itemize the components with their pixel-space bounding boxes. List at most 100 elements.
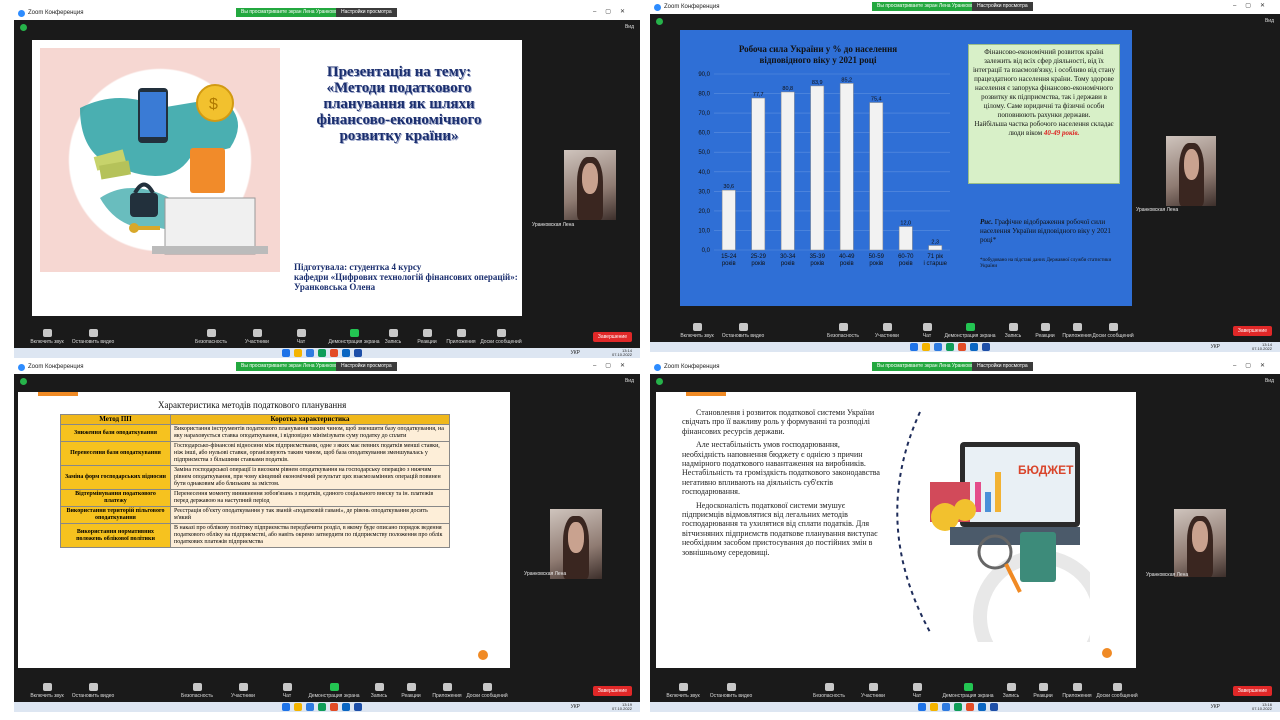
system-clock[interactable]: 13:16 07.10.2022	[1252, 703, 1272, 711]
language-indicator[interactable]: УКР	[571, 350, 580, 356]
bar	[721, 189, 736, 251]
bar	[751, 97, 766, 251]
window-controls[interactable]: –▢✕	[1233, 2, 1274, 9]
taskbar-app-icon[interactable]	[330, 703, 338, 711]
end-meeting-button[interactable]: Завершение	[1232, 326, 1272, 336]
whiteboard-icon	[1108, 323, 1118, 331]
system-clock[interactable]: 13:19 07.10.2022	[612, 703, 632, 711]
video-button[interactable]: Остановить видео	[708, 683, 754, 699]
taskbar-app-icon[interactable]	[318, 349, 326, 357]
bar-value-label: 83,9	[812, 80, 823, 86]
language-indicator[interactable]: УКР	[1211, 344, 1220, 350]
taskbar-app-icon[interactable]	[910, 343, 918, 351]
taskbar-app-icon[interactable]	[282, 349, 290, 357]
taskbar-app-icon[interactable]	[318, 703, 326, 711]
participant-video[interactable]	[1166, 136, 1216, 206]
taskbar-icons[interactable]	[282, 703, 362, 711]
audio-button[interactable]: Включить звук	[24, 683, 70, 699]
chat-button[interactable]: Чат	[264, 683, 310, 699]
chat-button[interactable]: Чат	[894, 683, 940, 699]
security-button[interactable]: Безопасность	[174, 683, 220, 699]
zoom-logo-icon	[18, 363, 25, 371]
video-button[interactable]: Остановить видео	[70, 683, 116, 699]
taskbar-icons[interactable]	[918, 703, 998, 711]
x-tick-label: 71 рік	[927, 254, 943, 260]
paragraph-1: Становлення і розвиток податкової систем…	[682, 408, 875, 436]
end-meeting-button[interactable]: Завершение	[592, 686, 632, 696]
video-button[interactable]: Остановить видео	[720, 323, 766, 339]
security-button[interactable]: Безопасность	[820, 323, 866, 339]
language-indicator[interactable]: УКР	[571, 704, 580, 710]
participant-video[interactable]	[550, 509, 602, 579]
view-settings-button[interactable]: Настройки просмотра	[972, 2, 1033, 11]
end-meeting-button[interactable]: Завершение	[592, 332, 632, 342]
accent-bar	[38, 392, 78, 396]
taskbar-app-icon[interactable]	[354, 703, 362, 711]
participant-face	[568, 521, 584, 554]
taskbar-icons[interactable]	[282, 349, 362, 357]
participants-label: Участники	[861, 693, 885, 699]
security-button[interactable]: Безопасность	[188, 329, 234, 345]
security-shield-icon	[20, 24, 27, 31]
share-screen-button[interactable]: Демонстрация экрана	[306, 683, 362, 699]
taskbar-app-icon[interactable]	[934, 343, 942, 351]
bar-value-label: 80,8	[782, 86, 793, 92]
taskbar-app-icon[interactable]	[958, 343, 966, 351]
taskbar-app-icon[interactable]	[342, 703, 350, 711]
view-button[interactable]: Вид	[625, 24, 634, 30]
taskbar-app-icon[interactable]	[978, 703, 986, 711]
system-clock[interactable]: 13:14 07.10.2022	[1252, 343, 1272, 351]
taskbar-app-icon[interactable]	[942, 703, 950, 711]
video-button[interactable]: Остановить видео	[70, 329, 116, 345]
whiteboards-button[interactable]: Доски сообщений	[464, 683, 510, 699]
taskbar-app-icon[interactable]	[294, 349, 302, 357]
view-settings-button[interactable]: Настройки просмотра	[972, 362, 1033, 371]
whiteboards-label: Доски сообщений	[480, 339, 522, 345]
camera-icon	[88, 329, 98, 337]
taskbar-app-icon[interactable]	[946, 343, 954, 351]
taskbar-app-icon[interactable]	[354, 349, 362, 357]
participants-button[interactable]: Участники	[234, 329, 280, 345]
participants-button[interactable]: Участники	[850, 683, 896, 699]
taskbar-app-icon[interactable]	[306, 703, 314, 711]
end-meeting-button[interactable]: Завершение	[1232, 686, 1272, 696]
window-controls[interactable]: –▢✕	[1233, 362, 1274, 369]
view-button[interactable]: Вид	[625, 378, 634, 384]
taskbar-app-icon[interactable]	[966, 703, 974, 711]
security-button[interactable]: Безопасность	[806, 683, 852, 699]
participant-video[interactable]	[1174, 509, 1226, 577]
audio-button[interactable]: Включить звук	[674, 323, 720, 339]
taskbar-app-icon[interactable]	[930, 703, 938, 711]
audio-button[interactable]: Включить звук	[660, 683, 706, 699]
language-indicator[interactable]: УКР	[1211, 704, 1220, 710]
taskbar-app-icon[interactable]	[330, 349, 338, 357]
audio-button[interactable]: Включить звук	[24, 329, 70, 345]
taskbar-app-icon[interactable]	[982, 343, 990, 351]
share-screen-icon	[349, 329, 359, 337]
participant-video[interactable]	[564, 150, 616, 220]
taskbar-app-icon[interactable]	[282, 703, 290, 711]
taskbar-icons[interactable]	[910, 343, 990, 351]
view-button[interactable]: Вид	[1265, 378, 1274, 384]
whiteboards-button[interactable]: Доски сообщений	[1094, 683, 1140, 699]
window-controls[interactable]: –▢✕	[593, 362, 634, 369]
system-clock[interactable]: 13:14 07.10.2022	[612, 349, 632, 357]
taskbar-app-icon[interactable]	[990, 703, 998, 711]
view-settings-button[interactable]: Настройки просмотра	[336, 362, 397, 371]
taskbar-app-icon[interactable]	[918, 703, 926, 711]
share-label: Демонстрация экрана	[308, 693, 360, 699]
bar	[780, 91, 795, 251]
taskbar-app-icon[interactable]	[306, 349, 314, 357]
view-button[interactable]: Вид	[1265, 18, 1274, 24]
taskbar-app-icon[interactable]	[342, 349, 350, 357]
whiteboards-button[interactable]: Доски сообщений	[1090, 323, 1136, 339]
chat-button[interactable]: Чат	[278, 329, 324, 345]
taskbar-app-icon[interactable]	[922, 343, 930, 351]
view-settings-button[interactable]: Настройки просмотра	[336, 8, 397, 17]
participants-button[interactable]: Участники	[220, 683, 266, 699]
taskbar-app-icon[interactable]	[954, 703, 962, 711]
window-controls[interactable]: –▢✕	[593, 8, 634, 15]
taskbar-app-icon[interactable]	[970, 343, 978, 351]
whiteboards-button[interactable]: Доски сообщений	[478, 329, 524, 345]
taskbar-app-icon[interactable]	[294, 703, 302, 711]
